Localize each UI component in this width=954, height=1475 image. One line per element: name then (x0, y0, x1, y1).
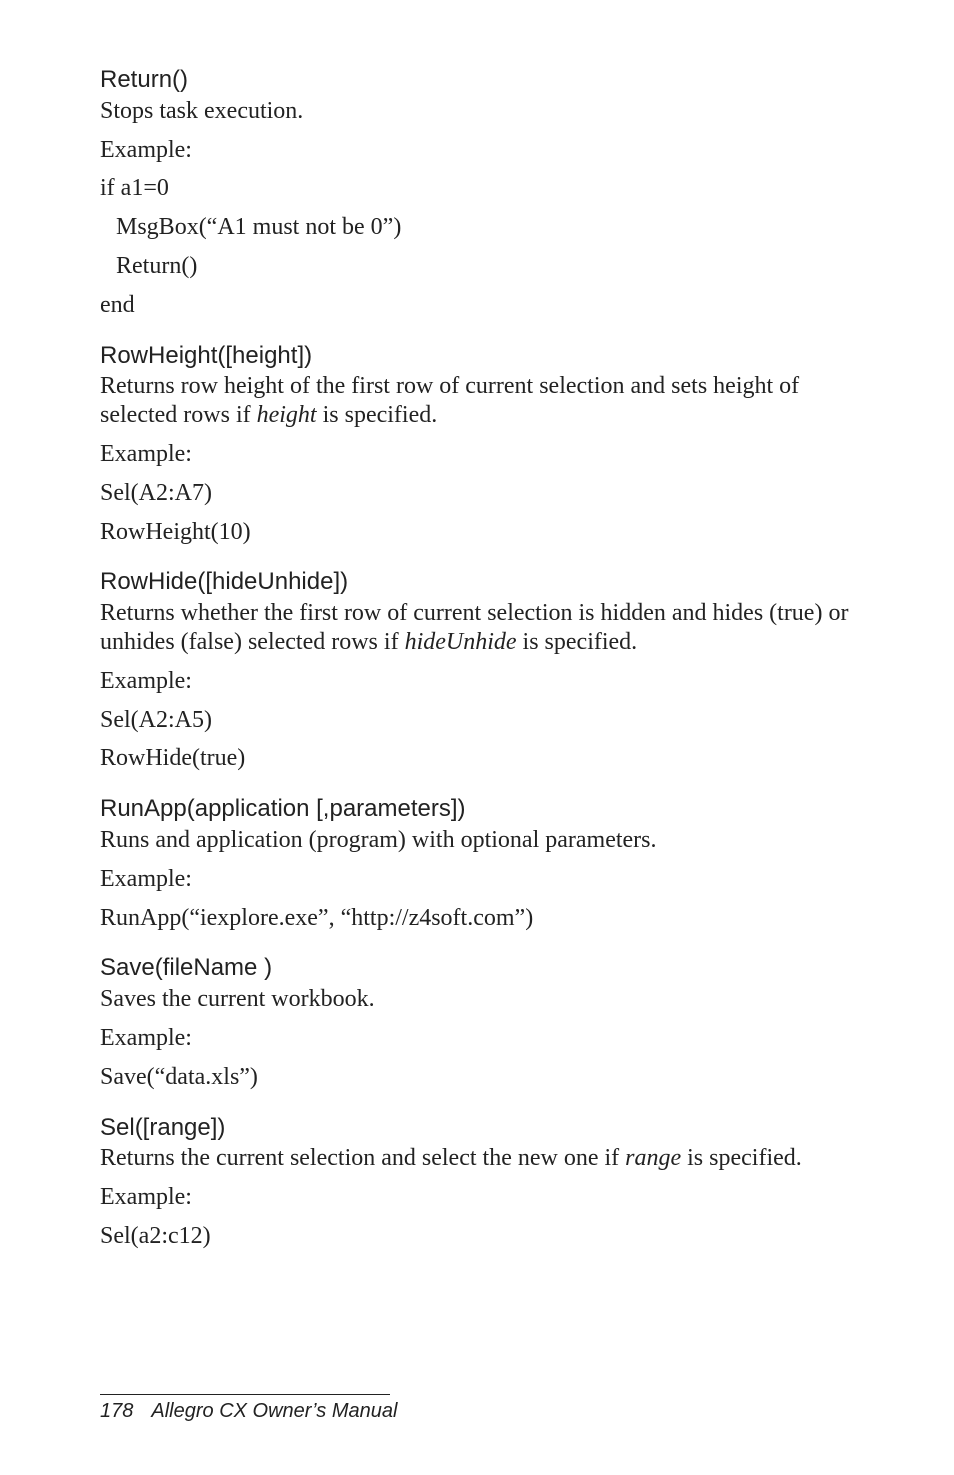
manual-title: Allegro CX Owner’s Manual (151, 1400, 397, 1422)
body-line: RunApp(“iexplore.exe”, “http://z4soft.co… (100, 904, 854, 933)
body-line: Example: (100, 440, 854, 469)
body-line: Sel(a2:c12) (100, 1222, 854, 1251)
body-line: Return() (100, 252, 854, 281)
doc-section: Sel([range])Returns the current selectio… (100, 1114, 854, 1251)
body-line: MsgBox(“A1 must not be 0”) (100, 213, 854, 242)
document-page: Return()Stops task execution.Example:if … (0, 0, 954, 1475)
body-line: end (100, 291, 854, 320)
body-line: Returns row height of the first row of c… (100, 372, 854, 430)
body-line: Saves the current workbook. (100, 985, 854, 1014)
section-heading: RunApp(application [,parameters]) (100, 795, 854, 824)
body-line: RowHide(true) (100, 744, 854, 773)
page-number: 178 (100, 1400, 133, 1422)
footer-rule (100, 1394, 390, 1395)
doc-section: Save(fileName )Saves the current workboo… (100, 954, 854, 1091)
section-heading: RowHeight([height]) (100, 342, 854, 371)
body-line: Example: (100, 1024, 854, 1053)
body-line: Example: (100, 865, 854, 894)
body-line: Runs and application (program) with opti… (100, 826, 854, 855)
body-line: Stops task execution. (100, 97, 854, 126)
doc-section: Return()Stops task execution.Example:if … (100, 66, 854, 320)
doc-section: RowHide([hideUnhide])Returns whether the… (100, 568, 854, 773)
doc-section: RowHeight([height])Returns row height of… (100, 342, 854, 547)
page-footer: 178 Allegro CX Owner’s Manual (100, 1394, 397, 1423)
body-line: Sel(A2:A5) (100, 706, 854, 735)
body-line: Returns whether the first row of current… (100, 599, 854, 657)
section-heading: Sel([range]) (100, 1114, 854, 1143)
body-line: Returns the current selection and select… (100, 1144, 854, 1173)
body-line: Sel(A2:A7) (100, 479, 854, 508)
section-heading: Return() (100, 66, 854, 95)
body-line: if a1=0 (100, 174, 854, 203)
content-area: Return()Stops task execution.Example:if … (100, 66, 854, 1251)
section-heading: Save(fileName ) (100, 954, 854, 983)
footer-text: 178 Allegro CX Owner’s Manual (100, 1399, 397, 1423)
body-line: Save(“data.xls”) (100, 1063, 854, 1092)
body-line: Example: (100, 136, 854, 165)
body-line: Example: (100, 1183, 854, 1212)
body-line: Example: (100, 667, 854, 696)
body-line: RowHeight(10) (100, 518, 854, 547)
doc-section: RunApp(application [,parameters])Runs an… (100, 795, 854, 932)
section-heading: RowHide([hideUnhide]) (100, 568, 854, 597)
